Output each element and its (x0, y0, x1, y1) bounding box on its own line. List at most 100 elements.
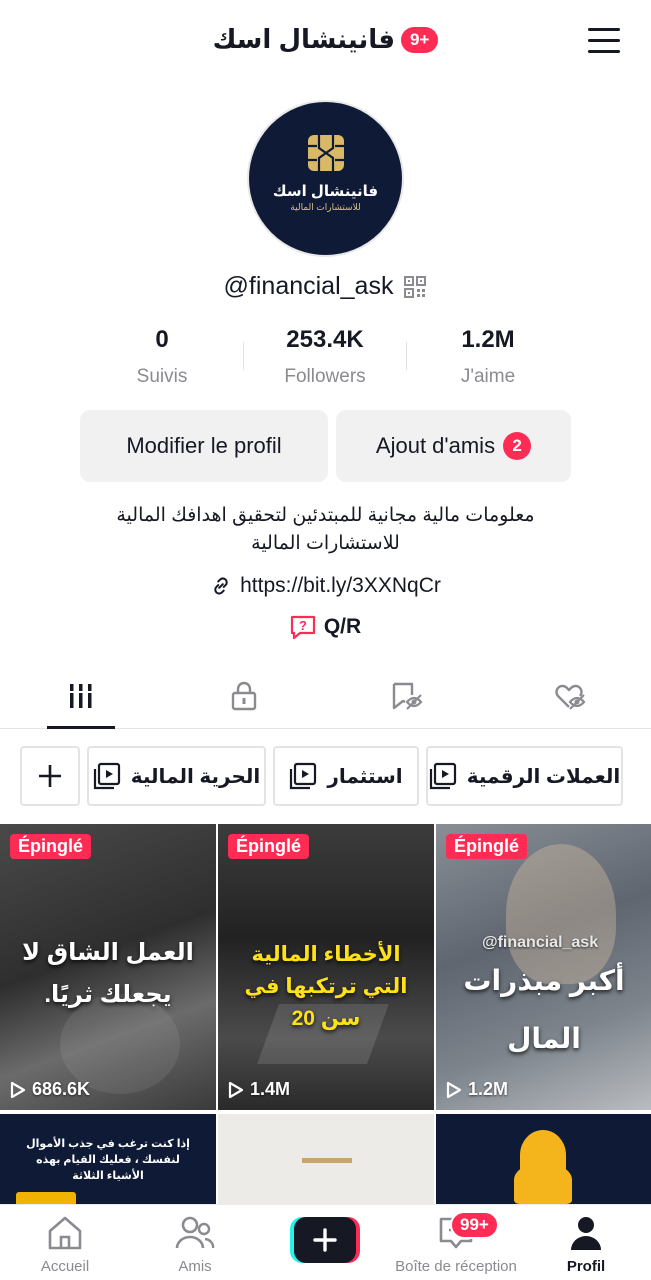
playlist-label: استثمار (327, 765, 403, 788)
view-count: 686.6K (10, 1079, 90, 1100)
pinned-badge: Épinglé (228, 834, 310, 859)
add-playlist-button[interactable] (20, 746, 80, 806)
stat-value: 0 (155, 326, 169, 353)
video-caption: العمل الشاق لا يجعلك ثريًا. (22, 939, 194, 1008)
playlist-chip[interactable]: استثمار (273, 746, 419, 806)
avatar-subtitle: للاستشارات المالية (290, 202, 361, 212)
plus-icon (39, 765, 61, 787)
friends-icon (175, 1216, 215, 1249)
play-icon (446, 1081, 462, 1098)
thumbnail-decoration (514, 1164, 572, 1204)
qr-code-icon[interactable] (403, 275, 427, 299)
profile-icon (571, 1217, 601, 1250)
lock-icon (231, 681, 257, 711)
play-icon (228, 1081, 244, 1098)
tab-reposts[interactable] (347, 664, 467, 728)
link-icon (214, 577, 228, 595)
chip-logo-icon (308, 135, 344, 171)
divider (243, 342, 244, 370)
pinned-badge: Épinglé (10, 834, 92, 859)
nav-home[interactable]: Accueil (0, 1205, 130, 1280)
view-count: 1.2M (446, 1079, 508, 1100)
nav-friends[interactable]: Amis (130, 1205, 260, 1280)
bio-line: معلومات مالية مجانية للمبتدئين لتحقيق اه… (116, 505, 535, 526)
title-wrap: فانينشال اسك 9+ (0, 24, 651, 55)
view-count-value: 1.2M (468, 1079, 509, 1099)
divider (406, 342, 407, 370)
qa-label: Q/R (323, 615, 362, 638)
video-caption: الأخطاء المالية التي ترتكبها في سن 20 (244, 943, 408, 1030)
create-button[interactable] (290, 1215, 360, 1263)
bio: معلومات مالية مجانية للمبتدئين لتحقيق اه… (0, 502, 651, 558)
stat-followers[interactable]: 253.4K Followers (250, 326, 400, 388)
active-tab-indicator (47, 726, 115, 729)
stat-label: Suivis (136, 366, 188, 387)
home-icon (48, 1216, 82, 1250)
bottom-navigation: Accueil Amis Boîte de réception 99+ Prof… (0, 1204, 651, 1280)
playlist-chip[interactable]: الحرية المالية (87, 746, 266, 806)
content-tabs (0, 664, 651, 729)
bio-link[interactable]: https://bit.ly/3XXNqCr (0, 574, 651, 598)
username: @financial_ask (223, 272, 394, 300)
add-friends-label: Ajout d'amis (375, 433, 496, 458)
video-thumbnail[interactable] (436, 1114, 651, 1209)
page-title: فانينشال اسك (212, 24, 396, 54)
stat-likes[interactable]: 1.2M J'aime (413, 326, 563, 388)
stat-value: 253.4K (286, 326, 364, 353)
view-count-value: 686.6K (32, 1079, 91, 1099)
playlist-icon (93, 762, 120, 790)
menu-icon (588, 28, 620, 31)
add-friends-button[interactable]: Ajout d'amis 2 (336, 410, 571, 482)
video-thumbnail[interactable]: إذا كنت ترغب في جذب الأموال لنفسك ، فعلي… (0, 1114, 216, 1209)
playlist-icon (429, 762, 456, 790)
tab-liked[interactable] (510, 664, 630, 728)
video-caption: أكبر مبذرات المال (463, 965, 625, 1054)
notifications-badge[interactable]: 9+ (401, 26, 439, 53)
heart-eye-icon (555, 684, 586, 710)
pinned-badge: Épinglé (446, 834, 528, 859)
stat-value: 1.2M (461, 326, 515, 353)
edit-profile-button[interactable]: Modifier le profil (80, 410, 328, 482)
inbox-badge: 99+ (450, 1211, 499, 1239)
nav-label: Amis (178, 1258, 212, 1275)
add-friends-count-badge: 2 (503, 432, 532, 460)
playlist-chip[interactable]: العملات الرقمية (426, 746, 623, 806)
watermark: @financial_ask (482, 934, 599, 951)
menu-button[interactable] (588, 28, 622, 56)
username-row: @financial_ask (0, 272, 651, 301)
avatar-name: فانينشال اسك (272, 183, 379, 200)
video-thumbnail[interactable]: Épinglé العمل الشاق لا يجعلك ثريًا. 686.… (0, 824, 216, 1110)
grid-icon (67, 684, 95, 708)
bio-line: للاستشارات المالية (251, 533, 400, 554)
nav-label: Accueil (40, 1258, 90, 1275)
stat-following[interactable]: 0 Suivis (87, 326, 237, 388)
video-thumbnail[interactable] (218, 1114, 434, 1209)
thumbnail-decoration (302, 1158, 352, 1163)
view-count-value: 1.4M (250, 1079, 291, 1099)
top-header: فانينشال اسك 9+ (0, 0, 651, 84)
stat-label: J'aime (460, 366, 516, 387)
tab-private[interactable] (184, 664, 304, 728)
question-bubble-icon: ? (290, 615, 315, 639)
qa-link[interactable]: ? Q/R (0, 615, 651, 639)
stat-label: Followers (284, 366, 366, 387)
playlist-label: العملات الرقمية (466, 765, 621, 788)
nav-profile[interactable]: Profil (521, 1205, 651, 1280)
nav-label: Profil (566, 1258, 606, 1275)
svg-text:?: ? (299, 618, 307, 633)
video-thumbnail[interactable]: Épinglé @financial_ask أكبر مبذرات المال… (436, 824, 651, 1110)
view-count: 1.4M (228, 1079, 290, 1100)
nav-label: Boîte de réception (395, 1258, 517, 1275)
playlist-icon (290, 762, 317, 790)
link-text: https://bit.ly/3XXNqCr (240, 574, 441, 597)
video-thumbnail[interactable]: Épinglé الأخطاء المالية التي ترتكبها في … (218, 824, 434, 1110)
playlists-row: الحرية المالية استثمار العملات الرقمية (0, 746, 651, 806)
play-icon (10, 1081, 26, 1098)
avatar[interactable]: فانينشال اسك للاستشارات المالية (247, 100, 404, 257)
video-caption: إذا كنت ترغب في جذب الأموال لنفسك ، فعلي… (26, 1138, 190, 1182)
edit-profile-label: Modifier le profil (126, 433, 282, 458)
plus-icon (313, 1228, 337, 1252)
bookmark-eye-icon (392, 682, 423, 710)
playlist-label: الحرية المالية (130, 765, 261, 788)
tab-videos[interactable] (21, 664, 141, 728)
